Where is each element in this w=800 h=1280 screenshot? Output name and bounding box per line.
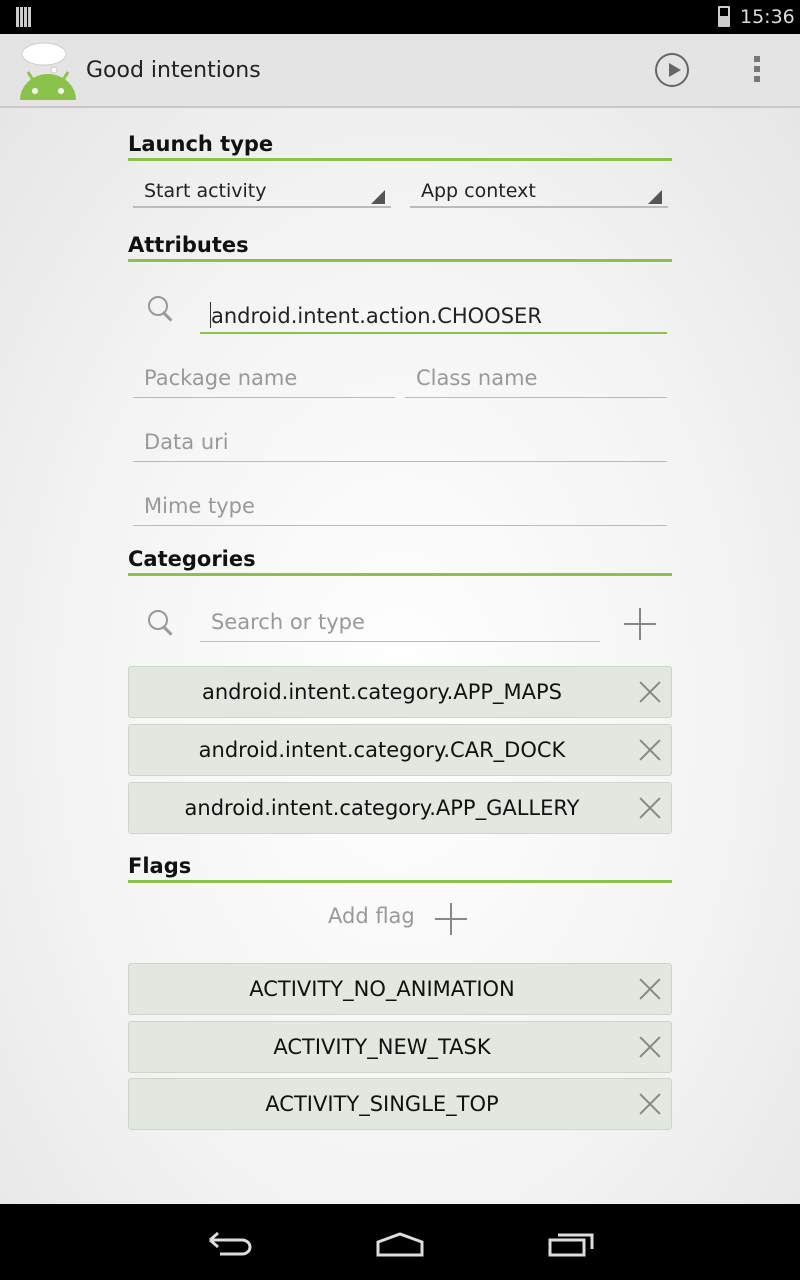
- app-logo-icon: [20, 42, 76, 100]
- flag-chip: ACTIVITY_NEW_TASK: [128, 1021, 672, 1073]
- section-launch-type: Launch type: [128, 132, 672, 161]
- add-flag-icon[interactable]: [435, 903, 467, 935]
- chip-label: android.intent.category.APP_GALLERY: [184, 796, 580, 820]
- category-chip: android.intent.category.CAR_DOCK: [128, 724, 672, 776]
- chip-label: android.intent.category.CAR_DOCK: [198, 738, 566, 762]
- navigation-bar: [0, 1204, 800, 1280]
- recents-icon[interactable]: [548, 1230, 596, 1258]
- play-button[interactable]: [655, 53, 689, 87]
- remove-icon[interactable]: [639, 797, 661, 819]
- search-icon: [146, 294, 176, 324]
- back-icon[interactable]: [206, 1230, 254, 1256]
- launch-type-spinner[interactable]: Start activity: [133, 180, 391, 208]
- notification-icon: [16, 7, 32, 27]
- section-flags: Flags: [128, 854, 672, 883]
- search-icon: [146, 608, 176, 638]
- chip-label: ACTIVITY_SINGLE_TOP: [265, 1092, 499, 1116]
- chip-label: android.intent.category.APP_MAPS: [201, 680, 563, 704]
- context-spinner[interactable]: App context: [410, 180, 668, 208]
- action-bar: Good intentions: [0, 34, 800, 108]
- mime-type-input[interactable]: Mime type: [133, 492, 667, 526]
- main-content: Launch type Start activity App context A…: [0, 108, 800, 1204]
- action-input[interactable]: android.intent.action.CHOOSER: [200, 300, 667, 334]
- remove-icon[interactable]: [639, 1036, 661, 1058]
- overflow-menu-icon[interactable]: [754, 56, 760, 86]
- remove-icon[interactable]: [639, 681, 661, 703]
- action-value: android.intent.action.CHOOSER: [211, 304, 542, 328]
- clock: 15:36: [740, 6, 795, 28]
- chip-label: ACTIVITY_NEW_TASK: [273, 1035, 491, 1059]
- remove-icon[interactable]: [639, 978, 661, 1000]
- chip-label: ACTIVITY_NO_ANIMATION: [249, 977, 515, 1001]
- add-category-icon[interactable]: [624, 608, 656, 640]
- category-search-input[interactable]: Search or type: [200, 608, 600, 642]
- app-title: Good intentions: [86, 58, 261, 83]
- section-categories: Categories: [128, 547, 672, 576]
- category-chip: android.intent.category.APP_MAPS: [128, 666, 672, 718]
- package-name-input[interactable]: Package name: [133, 364, 395, 398]
- battery-icon: [718, 6, 730, 27]
- remove-icon[interactable]: [639, 1093, 661, 1115]
- flag-chip: ACTIVITY_NO_ANIMATION: [128, 963, 672, 1015]
- home-icon[interactable]: [375, 1232, 425, 1258]
- remove-icon[interactable]: [639, 739, 661, 761]
- category-chip: android.intent.category.APP_GALLERY: [128, 782, 672, 834]
- data-uri-input[interactable]: Data uri: [133, 428, 667, 462]
- class-name-input[interactable]: Class name: [405, 364, 667, 398]
- status-bar: 15:36: [0, 0, 800, 34]
- section-attributes: Attributes: [128, 233, 672, 262]
- flag-chip: ACTIVITY_SINGLE_TOP: [128, 1078, 672, 1130]
- add-flag-button[interactable]: Add flag: [328, 904, 415, 928]
